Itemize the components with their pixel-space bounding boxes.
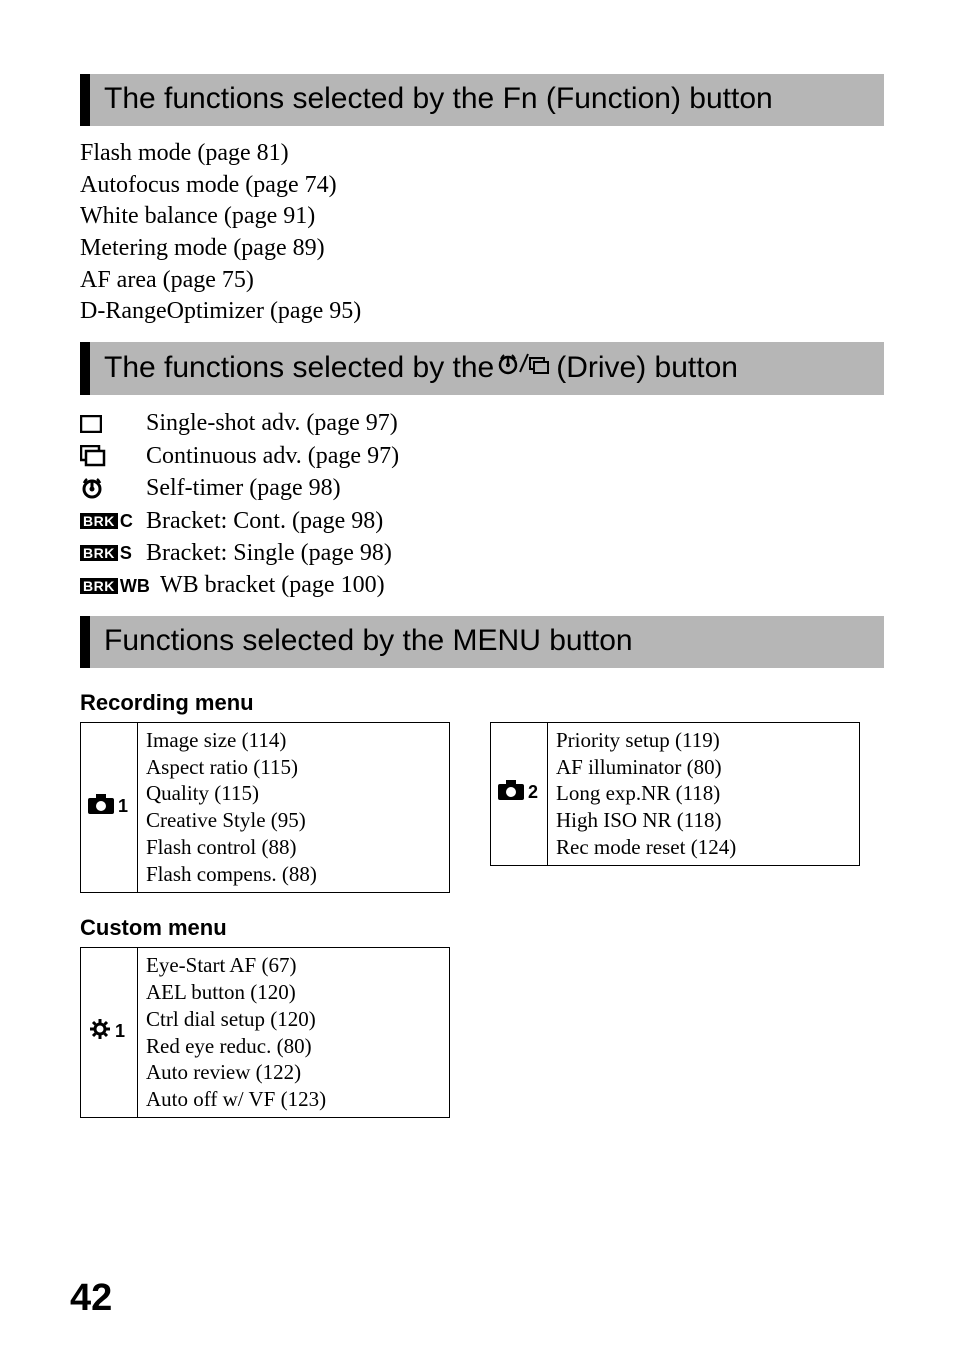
recording-menu-table-2: 2 Priority setup (119) AF illuminator (8… — [490, 722, 860, 866]
menu-item: Long exp.NR (118) — [556, 780, 851, 807]
menu-item: Quality (115) — [146, 780, 441, 807]
bracket-wb-icon: BRK WB — [80, 577, 152, 595]
recording-menu-heading: Recording menu — [80, 690, 884, 716]
drive-button-icon — [498, 350, 552, 376]
list-item: BRK C Bracket: Cont. (page 98) — [80, 505, 884, 537]
svg-text:1: 1 — [118, 796, 128, 816]
section-title-suffix: (Drive) button — [556, 351, 738, 385]
fn-function-list: Flash mode (page 81) Autofocus mode (pag… — [80, 138, 884, 328]
list-item: BRK S Bracket: Single (page 98) — [80, 537, 884, 569]
section-heading-fn: The functions selected by the Fn (Functi… — [80, 74, 884, 126]
section-heading-drive: The functions selected by the (Drive) bu… — [80, 342, 884, 395]
camera-1-icon: 1 — [81, 722, 138, 892]
camera-2-icon: 2 — [491, 722, 548, 865]
menu-item: Auto review (122) — [146, 1059, 441, 1086]
section-title-prefix: The functions selected by the — [104, 351, 494, 385]
drive-label: Bracket: Cont. (page 98) — [146, 505, 383, 537]
drive-label: WB bracket (page 100) — [160, 569, 385, 601]
list-item: Self-timer (page 98) — [80, 472, 884, 504]
fn-line: White balance (page 91) — [80, 201, 884, 233]
list-item: BRK WB WB bracket (page 100) — [80, 569, 884, 601]
menu-item: AF illuminator (80) — [556, 754, 851, 781]
menu-item: Eye-Start AF (67) — [146, 952, 441, 979]
custom-menu-heading: Custom menu — [80, 915, 884, 941]
fn-line: Metering mode (page 89) — [80, 233, 884, 265]
page-number: 42 — [70, 1277, 112, 1320]
fn-line: D-RangeOptimizer (page 95) — [80, 296, 884, 328]
recording-menu-table-1: 1 Image size (114) Aspect ratio (115) Qu… — [80, 722, 450, 893]
menu-item: Flash control (88) — [146, 834, 441, 861]
bracket-cont-icon: BRK C — [80, 512, 138, 530]
menu-item: Ctrl dial setup (120) — [146, 1006, 441, 1033]
section-heading-menu: Functions selected by the MENU button — [80, 616, 884, 668]
drive-label: Single-shot adv. (page 97) — [146, 407, 398, 439]
fn-line: Autofocus mode (page 74) — [80, 170, 884, 202]
self-timer-icon — [80, 476, 138, 500]
menu-item: Image size (114) — [146, 727, 441, 754]
menu-item: Flash compens. (88) — [146, 861, 441, 888]
list-item: Single-shot adv. (page 97) — [80, 407, 884, 439]
custom-menu-table: 1 Eye-Start AF (67) AEL button (120) Ctr… — [80, 947, 450, 1118]
drive-label: Self-timer (page 98) — [146, 472, 341, 504]
svg-text:1: 1 — [115, 1021, 125, 1041]
bracket-single-icon: BRK S — [80, 544, 138, 562]
svg-text:2: 2 — [528, 782, 538, 802]
menu-item: Red eye reduc. (80) — [146, 1033, 441, 1060]
fn-line: AF area (page 75) — [80, 265, 884, 297]
drive-label: Continuous adv. (page 97) — [146, 440, 399, 472]
menu-item: Priority setup (119) — [556, 727, 851, 754]
list-item: Continuous adv. (page 97) — [80, 440, 884, 472]
menu-item: Rec mode reset (124) — [556, 834, 851, 861]
menu-item: AEL button (120) — [146, 979, 441, 1006]
gear-1-icon: 1 — [81, 947, 138, 1117]
drive-label: Bracket: Single (page 98) — [146, 537, 392, 569]
menu-item: Aspect ratio (115) — [146, 754, 441, 781]
menu-item: Auto off w/ VF (123) — [146, 1086, 441, 1113]
single-shot-icon — [80, 415, 138, 433]
drive-mode-list: Single-shot adv. (page 97) Continuous ad… — [80, 407, 884, 601]
continuous-shot-icon — [80, 445, 138, 467]
fn-line: Flash mode (page 81) — [80, 138, 884, 170]
section-title: Functions selected by the MENU button — [104, 624, 633, 658]
menu-item: High ISO NR (118) — [556, 807, 851, 834]
section-title: The functions selected by the Fn (Functi… — [104, 82, 773, 116]
menu-item: Creative Style (95) — [146, 807, 441, 834]
